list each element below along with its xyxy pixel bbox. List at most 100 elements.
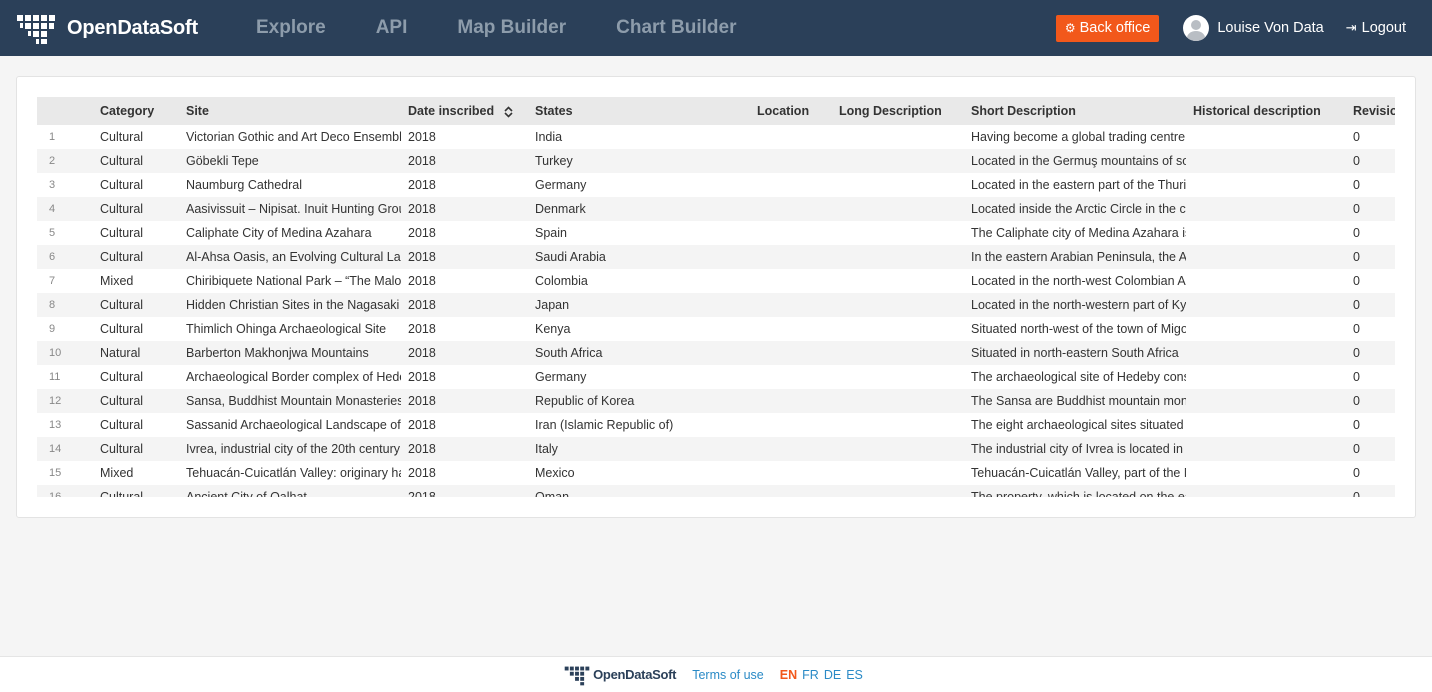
table-row[interactable]: 2 Cultural Göbekli Tepe 2018 Turkey Located i…	[37, 149, 1395, 173]
table-row[interactable]: 9 Cultural Thimlich Ohinga Archaeological …	[37, 317, 1395, 341]
col-header-long-description[interactable]: Long Description	[832, 97, 964, 125]
table-row[interactable]: 13 Cultural Sassanid Archaeological Landsc…	[37, 413, 1395, 437]
lang-fr[interactable]: FR	[802, 668, 819, 682]
cell-location	[750, 293, 832, 317]
table-row[interactable]: 8 Cultural Hidden Christian Sites in the N…	[37, 293, 1395, 317]
cell-revision: 0	[1353, 490, 1360, 497]
cell-long-description	[832, 461, 964, 485]
table-body: 1 Cultural Victorian Gothic and Art Deco E…	[37, 125, 1395, 497]
cell-revision: 0	[1353, 250, 1360, 264]
table-row[interactable]: 1 Cultural Victorian Gothic and Art Deco E…	[37, 125, 1395, 149]
cell-date-inscribed: 2018	[408, 442, 436, 456]
table-row[interactable]: 10 Natural Barberton Makhonjwa Mountains 20…	[37, 341, 1395, 365]
nav-explore[interactable]: Explore	[240, 0, 351, 56]
cell-short-description: Located in the north-western part of Kyu…	[971, 298, 1186, 312]
col-header-category[interactable]: Category	[93, 97, 179, 125]
cell-long-description	[832, 317, 964, 341]
cell-historical-description	[1186, 317, 1346, 341]
cell-site: Aasivissuit – Nipisat. Inuit Hunting Gro…	[186, 202, 401, 216]
back-office-button[interactable]: ⚙ Back office	[1055, 14, 1160, 42]
cell-site: Göbekli Tepe	[186, 154, 259, 168]
cell-category: Natural	[100, 346, 141, 360]
cell-revision: 0	[1353, 346, 1360, 360]
table-row[interactable]: 3 Cultural Naumburg Cathedral 2018 Germany Lo…	[37, 173, 1395, 197]
cell-historical-description	[1186, 173, 1346, 197]
cell-revision: 0	[1353, 274, 1360, 288]
cell-short-description: The property, which is located on the ea…	[971, 490, 1186, 497]
cell-short-description: The eight archaeological sites situated …	[971, 418, 1186, 432]
lang-de[interactable]: DE	[824, 668, 841, 682]
lang-es[interactable]: ES	[846, 668, 863, 682]
cell-category: Cultural	[100, 130, 144, 144]
table-scroll-area[interactable]: Category Site Date inscribed States Loca…	[37, 97, 1395, 497]
cell-row-index: 10	[49, 347, 62, 359]
col-header-short-description[interactable]: Short Description	[964, 97, 1186, 125]
cell-long-description	[832, 437, 964, 461]
cell-location	[750, 485, 832, 497]
cell-historical-description	[1186, 269, 1346, 293]
nav-map-builder[interactable]: Map Builder	[432, 0, 591, 56]
cell-site: Archaeological Border complex of Hedeby …	[186, 370, 401, 384]
table-row[interactable]: 5 Cultural Caliphate City of Medina Azahar…	[37, 221, 1395, 245]
footer-brand[interactable]: OpenDataSoft	[564, 664, 677, 686]
cell-site: Al-Ahsa Oasis, an Evolving Cultural Land…	[186, 250, 401, 264]
cell-date-inscribed: 2018	[408, 346, 436, 360]
nav-chart-builder[interactable]: Chart Builder	[591, 0, 761, 56]
cell-revision: 0	[1353, 322, 1360, 336]
cell-revision: 0	[1353, 370, 1360, 384]
cell-row-index: 14	[49, 443, 62, 455]
cell-category: Cultural	[100, 370, 144, 384]
cell-short-description: The Sansa are Buddhist mountain monaster…	[971, 394, 1186, 408]
cell-states: Republic of Korea	[535, 394, 635, 408]
table-row[interactable]: 12 Cultural Sansa, Buddhist Mountain Monas…	[37, 389, 1395, 413]
lang-en[interactable]: EN	[780, 668, 797, 682]
cell-site: Hidden Christian Sites in the Nagasaki R…	[186, 298, 401, 312]
cell-revision: 0	[1353, 394, 1360, 408]
logout-button[interactable]: ⇥ Logout	[1346, 20, 1406, 36]
cell-row-index: 16	[49, 491, 62, 497]
sort-icon[interactable]	[504, 106, 513, 118]
table-row[interactable]: 11 Cultural Archaeological Border complex …	[37, 365, 1395, 389]
user-menu[interactable]: Louise Von Data	[1183, 15, 1324, 41]
col-header-site[interactable]: Site	[179, 97, 401, 125]
table-row[interactable]: 14 Cultural Ivrea, industrial city of the …	[37, 437, 1395, 461]
cell-short-description: Located in the Germuş mountains of south…	[971, 154, 1186, 168]
table-row[interactable]: 4 Cultural Aasivissuit – Nipisat. Inuit Hu…	[37, 197, 1395, 221]
cell-category: Cultural	[100, 490, 144, 497]
col-header-date-inscribed[interactable]: Date inscribed	[401, 97, 528, 125]
terms-of-use-link[interactable]: Terms of use	[692, 668, 764, 682]
cell-long-description	[832, 413, 964, 437]
col-header-historical-description[interactable]: Historical description	[1186, 97, 1346, 125]
cell-short-description: The industrial city of Ivrea is located …	[971, 442, 1186, 456]
cell-short-description: The archaeological site of Hedeby consis…	[971, 370, 1186, 384]
table-row[interactable]: 7 Mixed Chiribiquete National Park – “The …	[37, 269, 1395, 293]
cell-date-inscribed: 2018	[408, 154, 436, 168]
cell-long-description	[832, 485, 964, 497]
cell-date-inscribed: 2018	[408, 490, 436, 497]
cell-category: Cultural	[100, 418, 144, 432]
cell-location	[750, 197, 832, 221]
cell-location	[750, 317, 832, 341]
nav-api[interactable]: API	[351, 0, 433, 56]
cell-row-index: 1	[49, 131, 56, 143]
cell-category: Cultural	[100, 178, 144, 192]
cell-short-description: Located in the eastern part of the Thuri…	[971, 178, 1186, 192]
dataset-table: Category Site Date inscribed States Loca…	[37, 97, 1395, 497]
col-header-location[interactable]: Location	[750, 97, 832, 125]
table-row[interactable]: 6 Cultural Al-Ahsa Oasis, an Evolving Cult…	[37, 245, 1395, 269]
top-navbar: OpenDataSoft Explore API Map Builder Cha…	[0, 0, 1432, 56]
cell-states: Japan	[535, 298, 570, 312]
cell-historical-description	[1186, 485, 1346, 497]
cell-row-index: 2	[49, 155, 56, 167]
cell-revision: 0	[1353, 418, 1360, 432]
cell-date-inscribed: 2018	[408, 394, 436, 408]
col-header-states[interactable]: States	[528, 97, 750, 125]
table-row[interactable]: 15 Mixed Tehuacán-Cuicatlán Valley: origin…	[37, 461, 1395, 485]
cell-historical-description	[1186, 245, 1346, 269]
col-header-revision[interactable]: Revision	[1346, 97, 1395, 125]
cell-location	[750, 245, 832, 269]
cell-long-description	[832, 173, 964, 197]
brand-link[interactable]: OpenDataSoft	[16, 11, 240, 45]
cell-row-index: 9	[49, 323, 56, 335]
table-row[interactable]: 16 Cultural Ancient City of Qalhat 2018 Oman…	[37, 485, 1395, 497]
